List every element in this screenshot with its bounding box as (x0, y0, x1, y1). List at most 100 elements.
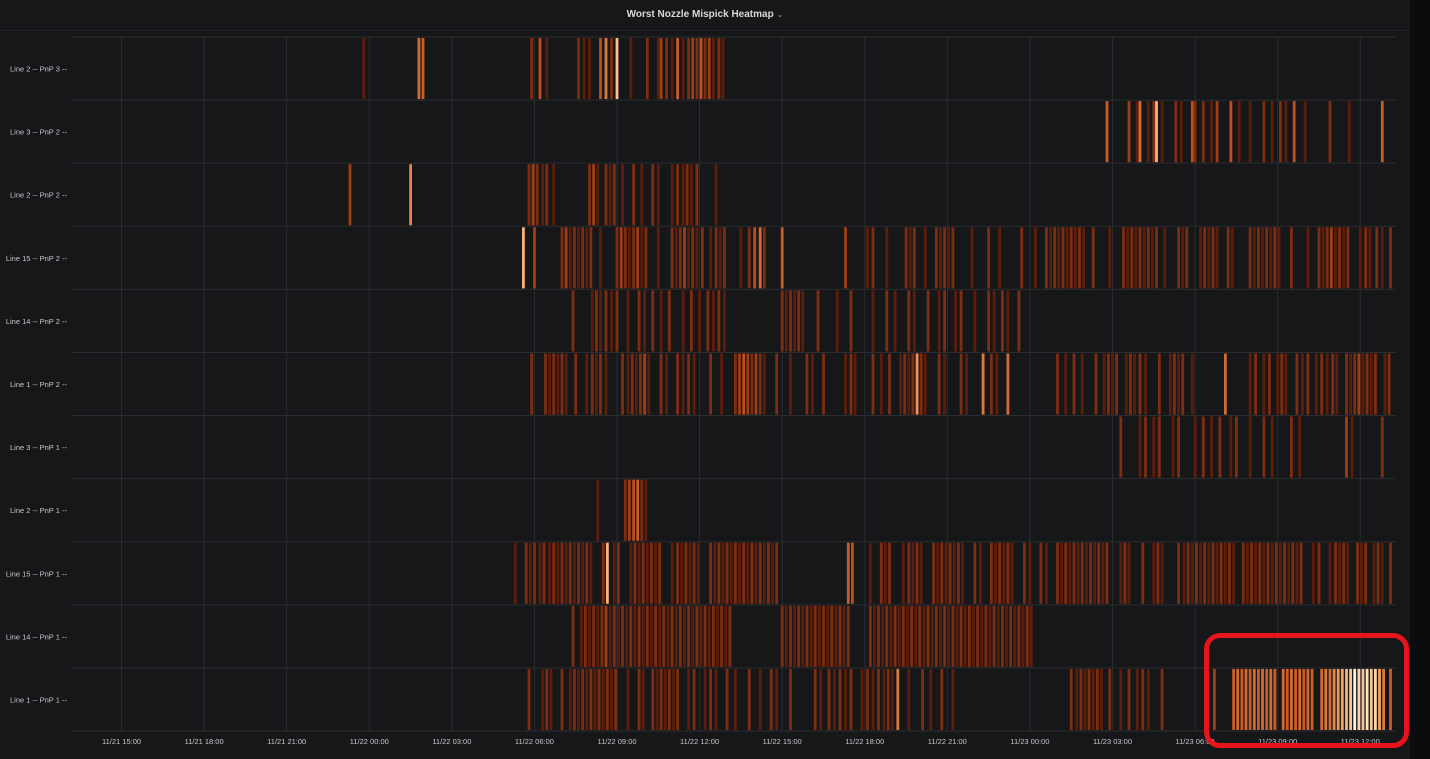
heatmap-cell (1268, 353, 1271, 415)
heatmap-cell (955, 605, 959, 667)
heatmap-cell (970, 227, 974, 289)
heatmap-cell (676, 542, 679, 604)
heatmap-cell (981, 353, 985, 415)
heatmap-cell (1186, 542, 1190, 604)
heatmap-cell (1224, 353, 1227, 415)
heatmap-cell (844, 227, 847, 289)
heatmap-cell (762, 227, 766, 289)
heatmap-cell (908, 227, 912, 289)
heatmap-cell (683, 227, 686, 289)
heatmap-cell (721, 542, 725, 604)
heatmap-cell (676, 353, 679, 415)
heatmap-cell (718, 227, 722, 289)
heatmap-cell (1135, 101, 1139, 163)
heatmap-cell (674, 227, 678, 289)
heatmap-cell (685, 164, 689, 226)
heatmap-cell (871, 290, 875, 352)
heatmap-cell (614, 668, 618, 730)
heatmap-cell (573, 542, 576, 604)
y-tick-label: Line 15 -- PnP 2 -- (6, 254, 68, 263)
heatmap-cell (617, 605, 620, 667)
heatmap-cell (830, 605, 834, 667)
heatmap-cell (717, 290, 721, 352)
heatmap-cell (716, 605, 719, 667)
heatmap-cell (666, 605, 670, 667)
heatmap-cell (1160, 101, 1164, 163)
heatmap-cell (1334, 542, 1337, 604)
heatmap-cell (1127, 668, 1131, 730)
heatmap-cell (1064, 542, 1068, 604)
heatmap-cell (1002, 542, 1006, 604)
heatmap-cell (1364, 542, 1368, 604)
heatmap-cell (1127, 542, 1131, 604)
heatmap-cell (996, 605, 1000, 667)
heatmap-cell (409, 164, 412, 226)
heatmap-cell (676, 668, 679, 730)
heatmap-cell (1230, 227, 1234, 289)
heatmap-cell (780, 227, 784, 289)
heatmap-cell (979, 542, 982, 604)
heatmap-cell (617, 542, 620, 604)
x-tick-label: 11/23 03:00 (1093, 737, 1132, 746)
heatmap-cell (903, 353, 907, 415)
heatmap-cell (921, 668, 924, 730)
heatmap-cell (1133, 353, 1136, 415)
heatmap-cell (919, 353, 923, 415)
heatmap-cell (1357, 353, 1361, 415)
heatmap-cell (538, 542, 542, 604)
heatmap-cell (626, 290, 630, 352)
heatmap-cell (1290, 227, 1293, 289)
heatmap-cell (968, 605, 971, 667)
heatmap-cell (911, 353, 915, 415)
heatmap-cell (943, 290, 946, 352)
heatmap-cell (940, 542, 944, 604)
heatmap-cell (915, 542, 919, 604)
heatmap-cell (606, 668, 609, 730)
heatmap-cell (789, 605, 792, 667)
heatmap-cell (1056, 542, 1059, 604)
heatmap-cell (658, 605, 662, 667)
heatmap-cell (725, 668, 729, 730)
heatmap-cell (632, 164, 635, 226)
heatmap-cell (630, 353, 634, 415)
heatmap-cell (1261, 227, 1264, 289)
heatmap-cell (707, 605, 711, 667)
heatmap-cell (577, 227, 580, 289)
heatmap-cell (1006, 290, 1010, 352)
heatmap-cell (589, 668, 593, 730)
heatmap-cell (596, 479, 600, 541)
heatmap-cell (659, 290, 663, 352)
heatmap-cell (1219, 542, 1223, 604)
heatmap-cell (1248, 416, 1252, 478)
heatmap-cell (884, 542, 887, 604)
heatmap-cell (813, 605, 817, 667)
heatmap-cell (1020, 227, 1024, 289)
heatmap-cell (1360, 542, 1363, 604)
heatmap-cell (780, 290, 784, 352)
heatmap-cell (678, 605, 682, 667)
heatmap-cell (703, 668, 707, 730)
heatmap-cell (992, 605, 996, 667)
heatmap-cell (965, 353, 968, 415)
heatmap-cell (1177, 353, 1180, 415)
heatmap-cell (670, 164, 674, 226)
heatmap-cell (1107, 353, 1110, 415)
x-tick-label: 11/21 15:00 (102, 737, 141, 746)
heatmap-cell (691, 227, 695, 289)
heatmap-cell (1108, 227, 1112, 289)
heatmap-cell (1376, 542, 1380, 604)
heatmap-cell (1152, 101, 1156, 163)
y-tick-label: Line 14 -- PnP 2 -- (6, 317, 68, 326)
heatmap-cell (1068, 542, 1072, 604)
heatmap-cell (728, 605, 732, 667)
heatmap-cell (721, 38, 725, 100)
heatmap-cell (1122, 227, 1125, 289)
heatmap-cell (528, 542, 532, 604)
heatmap-cell (844, 353, 847, 415)
heatmap-cell (1173, 353, 1176, 415)
heatmap-cell (961, 542, 964, 604)
heatmap-cell (1215, 542, 1219, 604)
heatmap-cell (585, 353, 589, 415)
heatmap-cell (789, 290, 792, 352)
heatmap-cell (674, 605, 678, 667)
